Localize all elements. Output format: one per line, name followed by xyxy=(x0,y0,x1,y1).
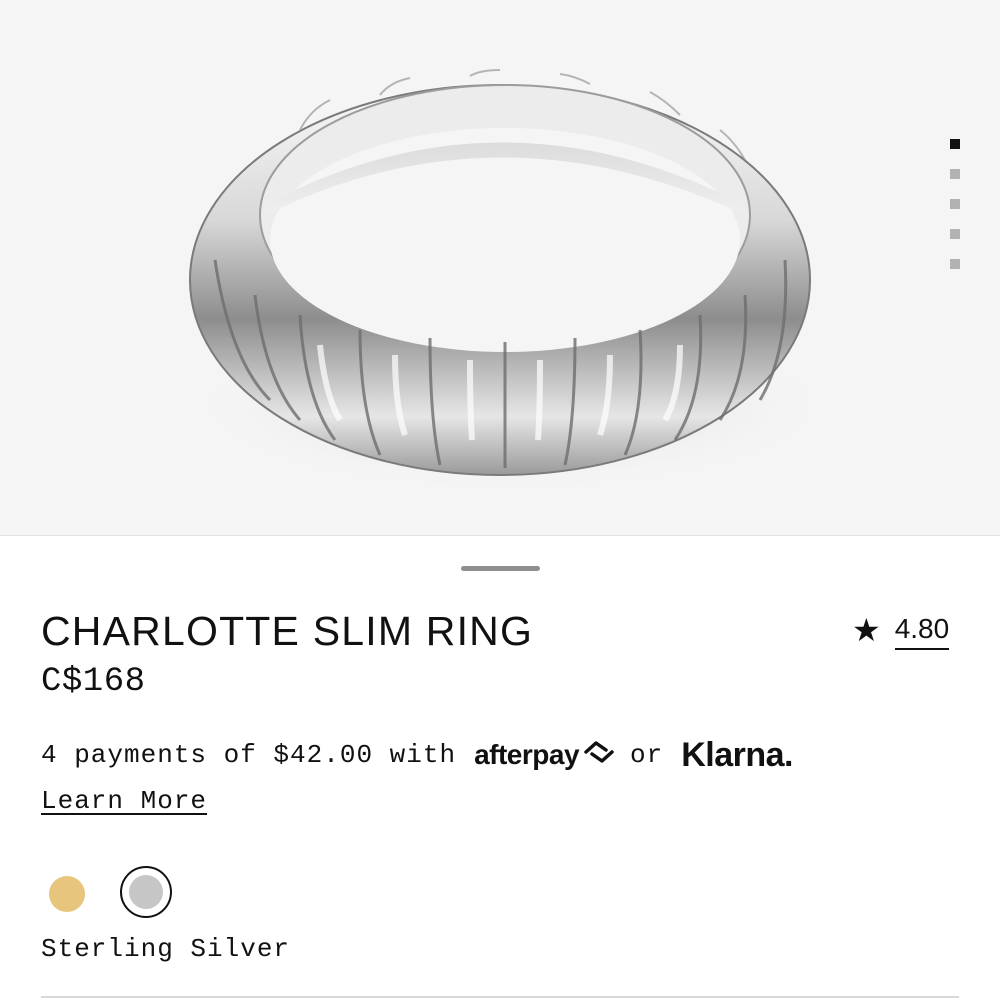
divider xyxy=(41,996,959,998)
afterpay-arrows-icon xyxy=(582,739,616,772)
product-title: CHARLOTTE SLIM RING xyxy=(41,608,534,654)
star-icon: ★ xyxy=(852,612,881,648)
gallery-dot-1[interactable] xyxy=(950,139,960,149)
gallery-pagination xyxy=(950,139,962,289)
rating-value[interactable]: 4.80 xyxy=(894,611,950,650)
sheet-drag-handle[interactable] xyxy=(461,566,540,571)
klarna-logo: Klarna. xyxy=(681,735,793,774)
product-image-gallery[interactable] xyxy=(0,0,1000,536)
gallery-dot-2[interactable] xyxy=(950,169,960,179)
gallery-dot-5[interactable] xyxy=(950,259,960,269)
gallery-dot-4[interactable] xyxy=(950,229,960,239)
afterpay-logo: afterpay xyxy=(474,739,616,772)
afterpay-label: afterpay xyxy=(474,739,580,770)
installment-payments: 4 payments of $42.00 with afterpay or Kl… xyxy=(41,733,793,777)
swatch-silver-fill xyxy=(129,875,163,909)
learn-more-link[interactable]: Learn More xyxy=(41,786,207,816)
product-image xyxy=(180,69,840,495)
or-text: or xyxy=(630,740,664,770)
product-rating[interactable]: ★ 4.80 xyxy=(852,610,950,650)
product-price: C$168 xyxy=(41,663,146,701)
swatch-silver[interactable] xyxy=(120,866,172,918)
swatch-gold[interactable] xyxy=(49,876,85,912)
selected-variant-label: Sterling Silver xyxy=(41,934,291,964)
gallery-dot-3[interactable] xyxy=(950,199,960,209)
installment-text: 4 payments of $42.00 with xyxy=(41,740,457,770)
